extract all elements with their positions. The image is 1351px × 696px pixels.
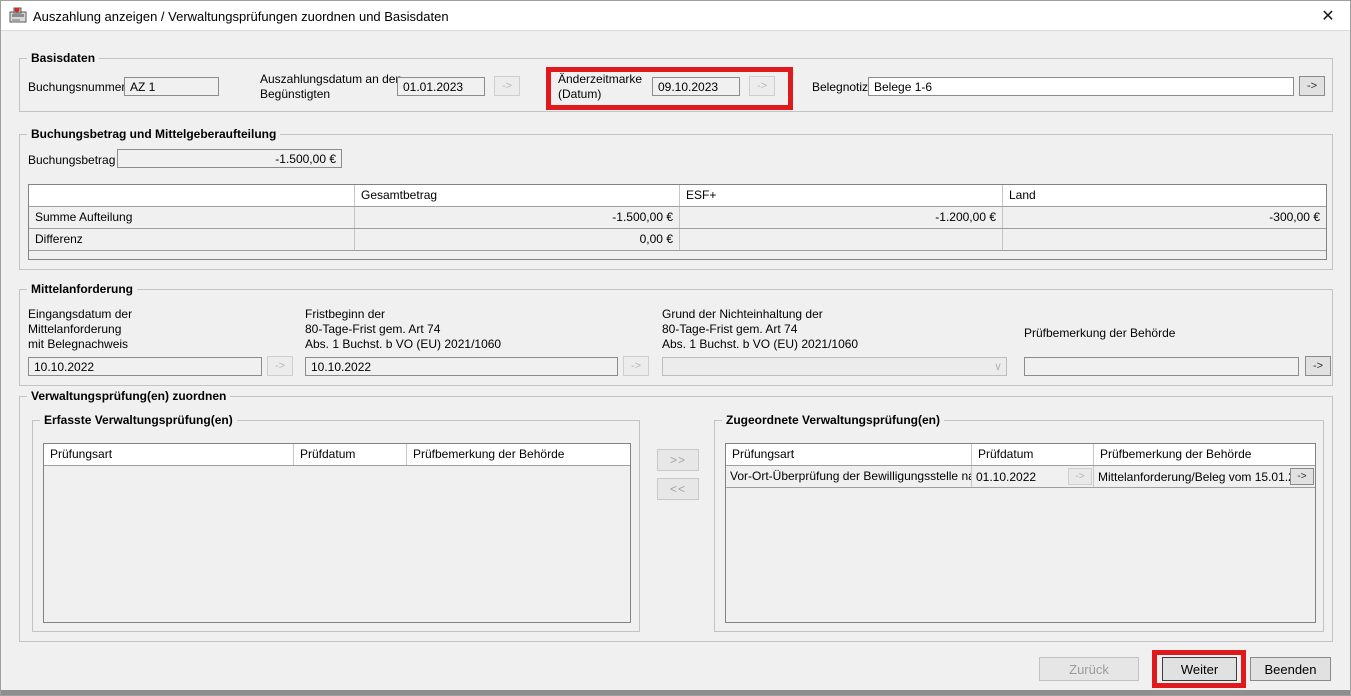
- zugeordnete-table-header: Prüfungsart Prüfdatum Prüfbemerkung der …: [726, 444, 1315, 466]
- pruefbemerkung-value: Mittelanforderung/Beleg vom 15.01.202: [1098, 467, 1290, 487]
- group-basisdaten-title: Basisdaten: [27, 51, 99, 65]
- dialog-window: Auszahlung anzeigen / Verwaltungsprüfung…: [0, 0, 1351, 696]
- pruefbemerkung-edit-button[interactable]: ->: [1290, 468, 1314, 485]
- aufteilung-header-land: Land: [1003, 185, 1326, 206]
- group-erfasste-title: Erfasste Verwaltungsprüfung(en): [40, 413, 237, 427]
- beenden-button[interactable]: Beenden: [1250, 657, 1331, 681]
- aufteilung-table-header: Gesamtbetrag ESF+ Land: [29, 185, 1326, 207]
- fristbeginn-edit-button: ->: [623, 356, 649, 376]
- pruefdatum-value: 01.10.2022: [976, 467, 1068, 487]
- buchungsnummer-label: Buchungsnummer: [28, 80, 125, 94]
- eingangsdatum-field[interactable]: 10.10.2022: [28, 357, 262, 376]
- aufteilung-cell-land: [1003, 229, 1326, 250]
- table-row: Differenz 0,00 €: [29, 229, 1326, 251]
- pruefbemerkung-field[interactable]: [1024, 357, 1299, 376]
- fristbeginn-field[interactable]: 10.10.2022: [305, 357, 618, 376]
- zugeordnete-header-pruefungsart: Prüfungsart: [726, 444, 972, 465]
- chevron-down-icon: ∨: [994, 360, 1002, 373]
- zugeordnete-cell-pruefbemerkung: Mittelanforderung/Beleg vom 15.01.202 ->: [1094, 466, 1315, 487]
- group-zuordnen: Verwaltungsprüfung(en) zuordnen Erfasste…: [19, 396, 1333, 642]
- aufteilung-row-label: Summe Aufteilung: [29, 207, 355, 228]
- zugeordnete-header-pruefdatum: Prüfdatum: [972, 444, 1094, 465]
- erfasste-table-header: Prüfungsart Prüfdatum Prüfbemerkung der …: [44, 444, 630, 466]
- pruefbemerkung-edit-button[interactable]: ->: [1305, 356, 1331, 376]
- erfasste-table[interactable]: Prüfungsart Prüfdatum Prüfbemerkung der …: [43, 443, 631, 623]
- group-basisdaten: Basisdaten Buchungsnummer AZ 1 Auszahlun…: [19, 58, 1333, 112]
- group-aufteilung: Buchungsbetrag und Mittelgeberaufteilung…: [19, 134, 1333, 270]
- aufteilung-header-blank: [29, 185, 355, 206]
- close-icon[interactable]: ✕: [1316, 4, 1340, 28]
- zugeordnete-header-pruefbemerkung: Prüfbemerkung der Behörde: [1094, 444, 1315, 465]
- group-mittelanforderung-title: Mittelanforderung: [27, 282, 137, 296]
- aenderzeitmarke-label: Änderzeitmarke (Datum): [558, 72, 642, 102]
- auszahlungsdatum-label: Auszahlungsdatum an den Begünstigten: [260, 72, 402, 102]
- buchungsbetrag-label: Buchungsbetrag: [28, 153, 115, 167]
- grund-label: Grund der Nichteinhaltung der 80-Tage-Fr…: [662, 307, 858, 352]
- group-zugeordnete: Zugeordnete Verwaltungsprüfung(en) Prüfu…: [714, 420, 1324, 632]
- assign-left-button: <<: [657, 478, 699, 500]
- erfasste-header-pruefdatum: Prüfdatum: [294, 444, 407, 465]
- aufteilung-table: Gesamtbetrag ESF+ Land Summe Aufteilung …: [28, 184, 1327, 260]
- group-zuordnen-title: Verwaltungsprüfung(en) zuordnen: [27, 389, 230, 403]
- group-zugeordnete-title: Zugeordnete Verwaltungsprüfung(en): [722, 413, 944, 427]
- title-bar: Auszahlung anzeigen / Verwaltungsprüfung…: [1, 1, 1350, 31]
- aufteilung-cell-esf: -1.200,00 €: [680, 207, 1003, 228]
- aufteilung-cell-gesamt: -1.500,00 €: [355, 207, 680, 228]
- assign-right-button: >>: [657, 449, 699, 471]
- eingangsdatum-edit-button: ->: [267, 356, 293, 376]
- weiter-button[interactable]: Weiter: [1162, 657, 1237, 681]
- buchungsnummer-field[interactable]: AZ 1: [124, 77, 219, 96]
- aenderzeitmarke-edit-button: ->: [749, 76, 775, 96]
- aufteilung-header-esf: ESF+: [680, 185, 1003, 206]
- erfasste-header-pruefungsart: Prüfungsart: [44, 444, 294, 465]
- zugeordnete-cell-pruefdatum: 01.10.2022 ->: [972, 466, 1094, 487]
- eingangsdatum-label: Eingangsdatum der Mittelanforderung mit …: [28, 307, 132, 352]
- erfasste-header-pruefbemerkung: Prüfbemerkung der Behörde: [407, 444, 630, 465]
- aufteilung-cell-esf: [680, 229, 1003, 250]
- buchungsbetrag-field[interactable]: -1.500,00 €: [117, 149, 342, 168]
- zurueck-button: Zurück: [1039, 657, 1139, 681]
- aenderzeitmarke-field[interactable]: 09.10.2023: [652, 77, 740, 96]
- auszahlungsdatum-edit-button: ->: [494, 76, 520, 96]
- aufteilung-header-gesamtbetrag: Gesamtbetrag: [355, 185, 680, 206]
- grund-dropdown: ∨: [662, 357, 1007, 376]
- window-title: Auszahlung anzeigen / Verwaltungsprüfung…: [33, 9, 449, 24]
- table-row[interactable]: Vor-Ort-Überprüfung der Bewilligungsstel…: [726, 466, 1315, 488]
- pruefbemerkung-label: Prüfbemerkung der Behörde: [1024, 326, 1175, 340]
- aufteilung-cell-land: -300,00 €: [1003, 207, 1326, 228]
- pruefdatum-edit-button: ->: [1068, 468, 1092, 485]
- group-erfasste: Erfasste Verwaltungsprüfung(en) Prüfungs…: [32, 420, 640, 632]
- group-mittelanforderung: Mittelanforderung Eingangsdatum der Mitt…: [19, 289, 1333, 386]
- aufteilung-row-label: Differenz: [29, 229, 355, 250]
- belegnotiz-label: Belegnotiz: [812, 80, 868, 94]
- zugeordnete-table[interactable]: Prüfungsart Prüfdatum Prüfbemerkung der …: [725, 443, 1316, 623]
- belegnotiz-edit-button[interactable]: ->: [1299, 76, 1325, 96]
- fristbeginn-label: Fristbeginn der 80-Tage-Frist gem. Art 7…: [305, 307, 501, 352]
- group-aufteilung-title: Buchungsbetrag und Mittelgeberaufteilung: [27, 127, 280, 141]
- aufteilung-cell-gesamt: 0,00 €: [355, 229, 680, 250]
- zugeordnete-cell-pruefungsart: Vor-Ort-Überprüfung der Bewilligungsstel…: [726, 466, 972, 487]
- app-icon: [9, 7, 28, 24]
- auszahlungsdatum-field[interactable]: 01.01.2023: [397, 77, 485, 96]
- table-row: Summe Aufteilung -1.500,00 € -1.200,00 €…: [29, 207, 1326, 229]
- window-bottom-edge: [1, 690, 1350, 695]
- belegnotiz-field[interactable]: Belege 1-6: [868, 77, 1294, 96]
